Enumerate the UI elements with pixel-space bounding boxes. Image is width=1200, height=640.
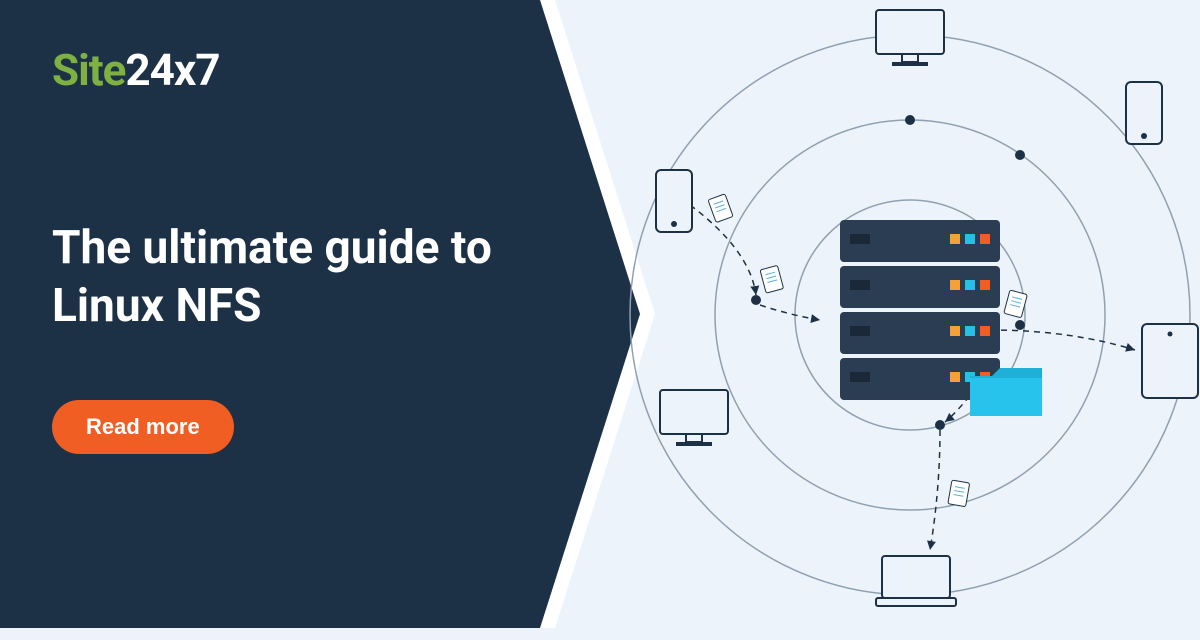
brand-logo: Site24x7 [52,44,220,96]
document-icon [760,265,784,293]
logo-text-site: Site [52,44,125,96]
page-title: The ultimate guide to Linux NFS [52,220,512,335]
document-icon [948,480,970,507]
laptop-icon [876,556,956,606]
desktop-icon [876,10,944,66]
server-icon [840,220,1000,400]
tablet-icon [1142,324,1198,398]
document-icon [708,194,733,223]
left-panel: Site24x7 The ultimate guide to Linux NFS… [0,0,640,628]
flow-arrow [990,330,1135,350]
read-more-button[interactable]: Read more [52,400,234,454]
flow-arrow [930,430,940,550]
phone-icon [656,170,692,232]
network-diagram [560,0,1200,640]
phone-icon [1126,82,1162,144]
logo-text-24x7: 24x7 [125,44,219,96]
flow-arrow [760,305,820,320]
desktop-icon [660,390,728,446]
document-icon [1004,290,1028,318]
